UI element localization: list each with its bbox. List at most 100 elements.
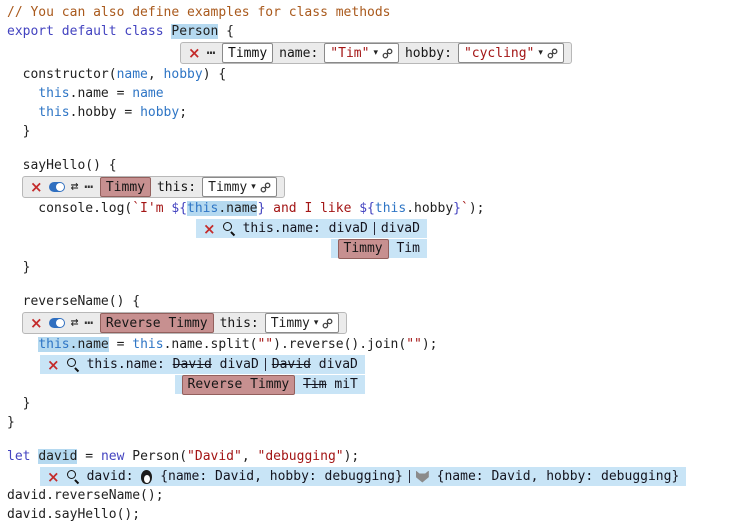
result-text: {name: David, hobby: debugging}	[152, 467, 402, 486]
close-icon[interactable]: ×	[47, 472, 60, 482]
code-line: constructor(name, hobby) {	[7, 65, 749, 84]
result-text: {name: David, hobby: debugging}	[429, 467, 679, 486]
code-token: hobby	[164, 67, 203, 82]
code-token: export default class	[7, 24, 171, 39]
result-text: david:	[87, 467, 142, 486]
code-token: .name	[70, 337, 109, 352]
code-token: );	[344, 449, 360, 464]
search-icon[interactable]	[67, 470, 80, 483]
code-token: {	[218, 24, 234, 39]
result-text: Tim	[389, 239, 420, 258]
dropdown-value: Timmy	[208, 178, 247, 197]
code-token	[7, 105, 38, 120]
code-token: sayHello() {	[7, 158, 117, 173]
ellipsis-icon[interactable]: ⋯	[84, 318, 93, 328]
close-icon[interactable]: ×	[188, 48, 201, 58]
code-line: this.hobby = hobby;	[7, 103, 749, 122]
code-token: .name	[218, 201, 257, 216]
link-icon[interactable]	[382, 48, 393, 59]
example-widget: ×⋯Timmyname:"Tim"▾hobby:"cycling"▾	[180, 42, 572, 64]
search-icon[interactable]	[223, 222, 236, 235]
field-label: this:	[157, 178, 196, 197]
code-line: this.name = this.name.split("").reverse(…	[7, 335, 749, 354]
code-token: "David"	[187, 449, 242, 464]
close-icon[interactable]: ×	[203, 224, 216, 234]
code-token: ""	[406, 337, 422, 352]
code-line: reverseName() {	[7, 292, 749, 311]
code-token: ) {	[203, 67, 226, 82]
code-line: david.reverseName();	[7, 486, 749, 505]
result-line: Reverse Timmy Tim miT	[175, 375, 365, 394]
code-token: this	[132, 337, 163, 352]
separator	[409, 470, 410, 483]
ellipsis-icon[interactable]: ⋯	[84, 182, 93, 192]
inline-result: ×this.name: David divaDDavid divaDRevers…	[40, 354, 365, 394]
link-icon[interactable]	[260, 182, 271, 193]
code-token: `I'm	[132, 201, 171, 216]
example-name-chip[interactable]: Reverse Timmy	[100, 313, 214, 333]
value-dropdown[interactable]: "cycling"▾	[458, 43, 564, 63]
code-token: ;	[179, 105, 187, 120]
code-token: );	[422, 337, 438, 352]
code-token: ${	[171, 201, 187, 216]
swap-arrows-icon[interactable]: ⇄	[71, 181, 79, 193]
code-token: }	[453, 201, 461, 216]
code-line: }	[7, 122, 749, 141]
result-text: this.name:	[243, 219, 329, 238]
code-token: .hobby =	[70, 105, 140, 120]
toggle-icon[interactable]	[49, 182, 65, 192]
code-token	[7, 337, 38, 352]
code-line: david.sayHello();	[7, 505, 749, 524]
code-line: this.name = name	[7, 84, 749, 103]
code-token: reverseName() {	[7, 294, 140, 309]
code-token: ""	[257, 337, 273, 352]
wolf-icon	[416, 471, 429, 483]
code-token: hobby	[140, 105, 179, 120]
code-token	[7, 86, 38, 101]
example-name-chip: Timmy	[338, 239, 389, 259]
separator	[265, 358, 266, 371]
code-line: }	[7, 413, 749, 432]
result-text: divaD	[311, 355, 358, 374]
code-line	[7, 277, 749, 292]
link-icon[interactable]	[547, 48, 558, 59]
code-token: =	[109, 337, 132, 352]
dropdown-value: Timmy	[271, 314, 310, 333]
code-token: "debugging"	[258, 449, 344, 464]
swap-arrows-icon[interactable]: ⇄	[71, 317, 79, 329]
code-token: this	[375, 201, 406, 216]
code-token: Person(	[124, 449, 187, 464]
result-text	[295, 375, 303, 394]
code-token: let	[7, 449, 30, 464]
code-token: }	[7, 396, 30, 411]
code-line: export default class Person {	[7, 22, 749, 41]
value-dropdown[interactable]: Timmy▾	[202, 177, 277, 197]
example-widget: × ⇄ ⋯ Reverse Timmy this: Timmy▾	[22, 312, 347, 334]
result-text: miT	[327, 375, 358, 394]
ellipsis-icon[interactable]: ⋯	[207, 48, 216, 58]
close-icon[interactable]: ×	[30, 318, 43, 328]
toggle-icon[interactable]	[49, 318, 65, 328]
chevron-down-icon: ▾	[538, 44, 543, 63]
field-label: this:	[220, 314, 259, 333]
code-token: }	[7, 260, 30, 275]
result-text: divaD	[381, 219, 420, 238]
code-line: console.log(`I'm ${this.name} and I like…	[7, 199, 749, 218]
value-dropdown[interactable]: Timmy▾	[265, 313, 340, 333]
example-name-input[interactable]: Timmy	[222, 43, 273, 63]
example-name-chip[interactable]: Timmy	[100, 177, 151, 197]
close-icon[interactable]: ×	[30, 182, 43, 192]
code-token: console.log(	[7, 201, 132, 216]
code-token: .name =	[70, 86, 133, 101]
result-line: Timmy Tim	[331, 239, 427, 258]
search-icon[interactable]	[67, 358, 80, 371]
code-token: this	[38, 105, 69, 120]
close-icon[interactable]: ×	[47, 360, 60, 370]
code-token: // You can also define examples for clas…	[7, 5, 391, 20]
dropdown-value: "cycling"	[464, 44, 534, 63]
penguin-icon	[141, 470, 152, 484]
value-dropdown[interactable]: "Tim"▾	[324, 43, 399, 63]
result-text: divaD	[212, 355, 259, 374]
link-icon[interactable]	[322, 318, 333, 329]
result-text: David	[272, 355, 311, 374]
